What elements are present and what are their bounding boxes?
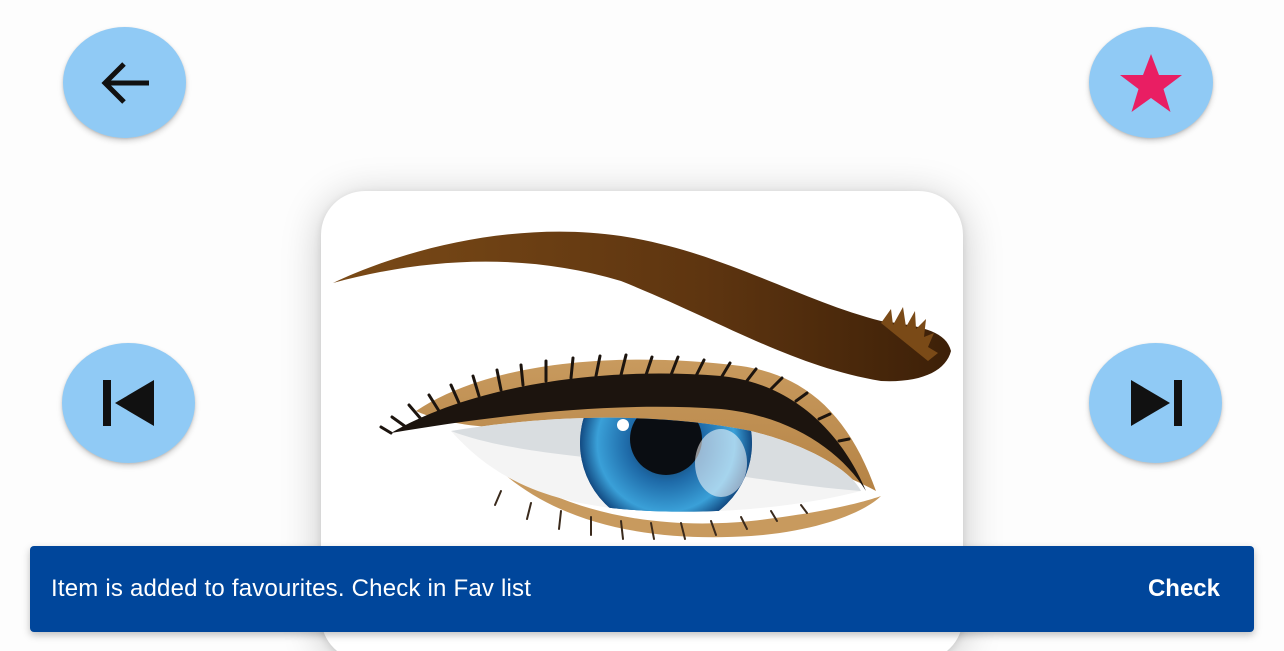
- favourite-button[interactable]: [1089, 27, 1213, 138]
- snackbar-message: Item is added to favourites. Check in Fa…: [51, 575, 532, 602]
- app-screen: Item is added to favourites. Check in Fa…: [0, 0, 1284, 651]
- next-button[interactable]: [1089, 343, 1222, 463]
- skip-previous-icon: [102, 380, 154, 426]
- previous-button[interactable]: [62, 343, 195, 463]
- arrow-back-icon: [100, 61, 149, 104]
- skip-next-icon: [1130, 380, 1182, 426]
- snackbar: Item is added to favourites. Check in Fa…: [30, 546, 1254, 632]
- star-icon: [1120, 53, 1182, 112]
- snackbar-check-button[interactable]: Check: [1148, 575, 1220, 603]
- back-button[interactable]: [63, 27, 186, 138]
